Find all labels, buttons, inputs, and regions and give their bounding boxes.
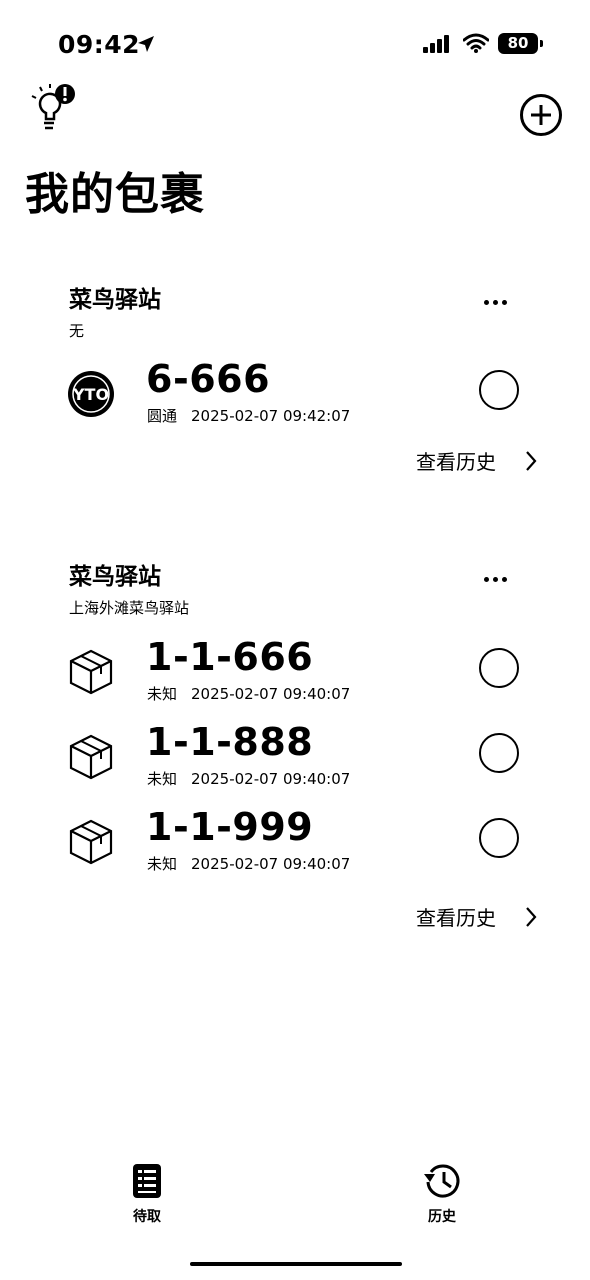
station-subtitle: 上海外滩菜鸟驿站	[69, 599, 190, 617]
parcel-meta: 未知 2025-02-07 09:40:07	[147, 853, 350, 874]
station-title: 菜鸟驿站	[69, 287, 161, 313]
add-parcel-button[interactable]	[519, 93, 563, 137]
pickup-code: 6-666	[146, 357, 271, 401]
package-box-icon	[69, 649, 113, 695]
station-title: 菜鸟驿站	[69, 564, 161, 590]
home-indicator	[190, 1262, 402, 1266]
tab-history[interactable]: 历史	[402, 1162, 482, 1226]
yto-logo-icon: YTO	[68, 371, 114, 417]
tab-label: 待取	[133, 1209, 161, 1225]
status-bar: 09:42 80	[0, 30, 590, 60]
arrival-time: 2025-02-07 09:40:07	[191, 855, 351, 873]
chevron-right-icon	[526, 451, 537, 471]
parcel-row[interactable]: 1-1-888 未知 2025-02-07 09:40:07	[0, 720, 590, 808]
parcel-meta: 圆通 2025-02-07 09:42:07	[147, 405, 350, 426]
battery-indicator: 80	[498, 33, 543, 54]
pickup-checkbox[interactable]	[479, 733, 519, 773]
view-history-label: 查看历史	[416, 906, 496, 930]
pickup-checkbox[interactable]	[479, 648, 519, 688]
view-history-label: 查看历史	[416, 450, 496, 474]
tab-pending[interactable]: 待取	[107, 1162, 187, 1226]
cellular-signal-icon	[423, 35, 449, 53]
carrier-name: 未知	[147, 855, 178, 873]
wifi-icon	[463, 33, 489, 53]
parcel-meta: 未知 2025-02-07 09:40:07	[147, 683, 350, 704]
arrival-time: 2025-02-07 09:42:07	[191, 407, 351, 425]
pickup-code: 1-1-999	[146, 805, 314, 849]
view-history-link[interactable]: 查看历史	[416, 902, 537, 931]
lightbulb-alert-icon[interactable]	[28, 82, 78, 134]
station-subtitle: 无	[69, 322, 85, 340]
arrival-time: 2025-02-07 09:40:07	[191, 770, 351, 788]
page-title: 我的包裹	[25, 169, 205, 220]
history-clock-icon	[424, 1164, 460, 1198]
svg-text:YTO: YTO	[72, 385, 109, 404]
location-arrow-icon	[138, 36, 154, 52]
pickup-code: 1-1-888	[146, 720, 314, 764]
pickup-code: 1-1-666	[146, 635, 314, 679]
parcel-row[interactable]: 1-1-666 未知 2025-02-07 09:40:07	[0, 635, 590, 723]
pickup-checkbox[interactable]	[479, 818, 519, 858]
package-box-icon	[69, 734, 113, 780]
carrier-name: 未知	[147, 770, 178, 788]
parcel-row[interactable]: 1-1-999 未知 2025-02-07 09:40:07	[0, 805, 590, 893]
more-options-button[interactable]	[484, 567, 514, 582]
package-box-icon	[69, 819, 113, 865]
clipboard-list-icon	[133, 1164, 161, 1198]
chevron-right-icon	[526, 907, 537, 927]
carrier-name: 圆通	[147, 407, 178, 425]
parcel-row[interactable]: YTO 6-666 圆通 2025-02-07 09:42:07	[0, 357, 590, 445]
carrier-name: 未知	[147, 685, 178, 703]
pickup-checkbox[interactable]	[479, 370, 519, 410]
tab-label: 历史	[428, 1209, 456, 1225]
view-history-link[interactable]: 查看历史	[416, 446, 537, 475]
status-time: 09:42	[58, 30, 141, 59]
parcel-meta: 未知 2025-02-07 09:40:07	[147, 768, 350, 789]
more-options-button[interactable]	[484, 290, 514, 305]
arrival-time: 2025-02-07 09:40:07	[191, 685, 351, 703]
